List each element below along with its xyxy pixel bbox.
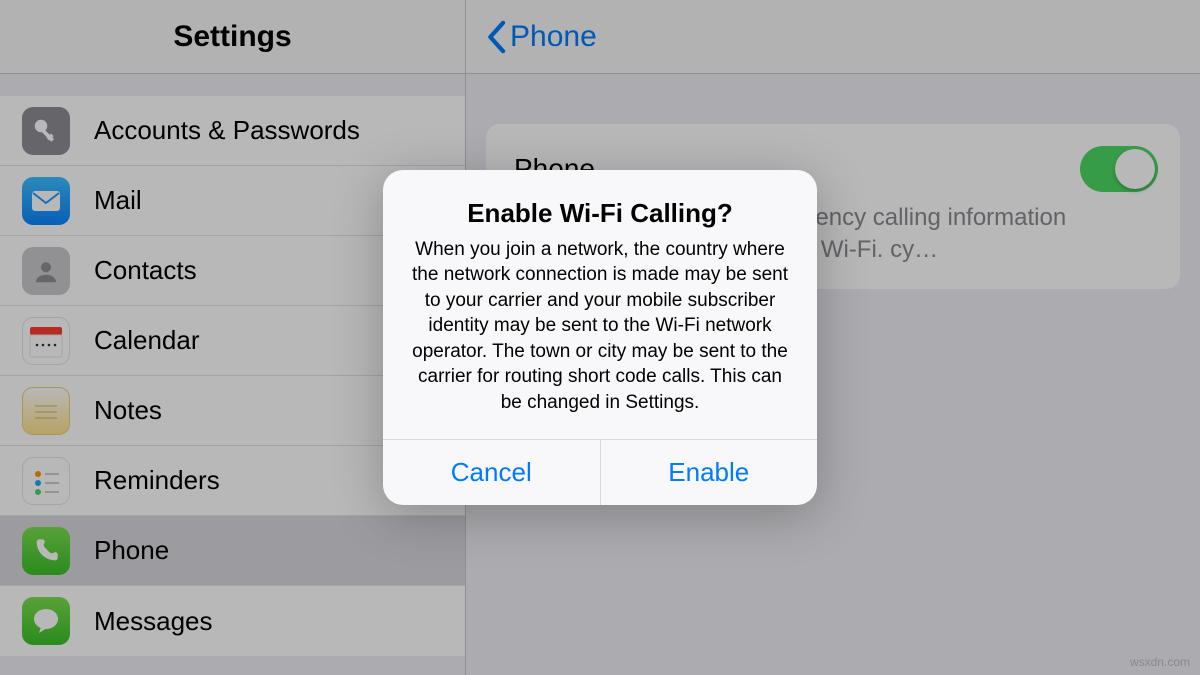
cancel-button[interactable]: Cancel	[383, 440, 600, 505]
enable-button[interactable]: Enable	[600, 440, 818, 505]
alert-title: Enable Wi-Fi Calling?	[405, 198, 795, 229]
modal-scrim: Enable Wi-Fi Calling? When you join a ne…	[0, 0, 1200, 675]
enable-wifi-calling-alert: Enable Wi-Fi Calling? When you join a ne…	[383, 170, 817, 505]
alert-body: When you join a network, the country whe…	[405, 237, 795, 415]
